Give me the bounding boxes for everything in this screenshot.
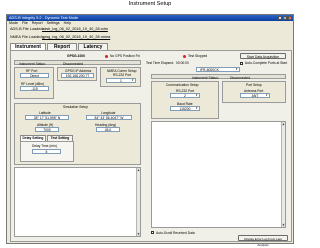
start-data-acquisition-button[interactable]: Start Data Acquisition xyxy=(240,53,286,59)
instrument-panel: GPSG-1000 No GPS Position Fix Instrument… xyxy=(10,50,292,247)
chevron-down-icon: ▼ xyxy=(235,68,238,71)
display-error-log-button[interactable]: Display Error Log From Last Analysis xyxy=(238,235,288,247)
autocomplete-checkbox[interactable] xyxy=(240,61,243,65)
comm-setup-label: Communication Setup xyxy=(166,83,199,87)
rf-box: RF Port Direct RF Level (dBm) -115 xyxy=(14,67,54,99)
menu-help[interactable]: Help xyxy=(64,21,71,25)
latitude-field[interactable]: 38° 17' 51.595" N xyxy=(25,115,69,120)
delay-time-label: Delay Time (min) xyxy=(32,144,57,148)
chevron-down-icon: ▼ xyxy=(195,107,198,110)
menu-bar: Mode File Report Settings Help xyxy=(7,21,293,26)
page-caption: Instrument Setup xyxy=(128,1,172,7)
tab-instrument[interactable]: Instrument xyxy=(10,43,46,50)
chevron-down-icon: ▼ xyxy=(265,94,268,97)
adsb-file-value: adsb_log_06_02_2016_10_40_28.xdm xyxy=(42,27,108,31)
left-status-bar: Instrument Status: Disconnected xyxy=(14,60,141,66)
nmea-file-label: NMEA File Loaded: xyxy=(10,35,43,39)
device-select-value: IFR-6000CK xyxy=(200,68,219,72)
nmea-rs232-value: 1 xyxy=(120,79,122,83)
menu-mode[interactable]: Mode xyxy=(9,21,18,25)
device-select[interactable]: IFR-6000CK ▼ xyxy=(196,67,240,72)
baud-rate-select[interactable]: 115200 ▼ xyxy=(170,106,200,111)
right-rs232-value: 2 xyxy=(184,94,186,98)
comm-setup-box: Communication Setup RS-232 Port 2 ▼ Baud… xyxy=(151,81,219,119)
menu-report[interactable]: Report xyxy=(32,21,43,25)
scroll-down-icon[interactable]: ▼ xyxy=(137,232,140,236)
scroll-down-icon[interactable]: ▼ xyxy=(282,223,285,227)
altitude-field[interactable]: 7000 xyxy=(35,127,59,132)
heading-field[interactable]: 45.0 xyxy=(96,127,120,132)
right-log-scrollbar[interactable]: ▲ ▼ xyxy=(281,122,285,227)
right-status-label: Instrument Status: xyxy=(192,75,219,80)
chevron-down-icon: ▼ xyxy=(131,79,134,82)
delay-setting-panel: Delay Time (min) 5 xyxy=(20,141,74,162)
gpsg-ip-box: GPSG IP Address 192.168.200.77 xyxy=(57,67,97,81)
left-log-area[interactable]: ▲ ▼ xyxy=(14,167,141,237)
autoscroll-label: Auto-Scroll Received Data xyxy=(156,230,195,235)
menu-file[interactable]: File xyxy=(22,21,28,25)
baud-rate-value: 115200 xyxy=(179,107,191,111)
autocomplete-label: Auto-Complete Ports at Start xyxy=(245,61,288,65)
nmea-file-value: gpsg_log_06_02_2016_10_40_28.nmea xyxy=(42,35,111,39)
test-stopped-label: Test Stopped xyxy=(188,54,208,58)
nmea-rs232-label: RS-232 Port xyxy=(113,73,132,77)
delay-time-field[interactable]: 5 xyxy=(32,149,61,154)
gpsg-ip-field[interactable]: 192.168.200.77 xyxy=(61,73,94,78)
time-elapsed-label: Test Time Elapsed: xyxy=(146,61,174,65)
gps-fix-status: No GPS Position Fix xyxy=(110,54,141,58)
rf-level-field[interactable]: -115 xyxy=(20,86,49,91)
port-setup-label: Port Setup xyxy=(246,83,262,87)
longitude-field[interactable]: 84° 43' 56.4047" W xyxy=(86,115,132,120)
sim-setup-label: Simulation Setup xyxy=(63,105,88,109)
menu-settings[interactable]: Settings xyxy=(47,21,60,25)
scroll-up-icon[interactable]: ▲ xyxy=(282,122,285,126)
right-log-area[interactable]: ▲ ▼ xyxy=(151,121,286,228)
gpsg-device-title: GPSG-1000 xyxy=(67,54,85,58)
main-tabs: Instrument Report Latency xyxy=(10,43,110,50)
chevron-down-icon: ▼ xyxy=(195,94,198,97)
antenna-port-value: ANT xyxy=(251,94,259,98)
antenna-port-select[interactable]: ANT ▼ xyxy=(240,93,270,98)
test-stopped-led-icon xyxy=(183,54,186,58)
left-status-value: Disconnected xyxy=(63,61,83,66)
minimize-button[interactable]: _ xyxy=(278,16,282,20)
nmea-rs232-select[interactable]: 1 ▼ xyxy=(106,78,136,83)
simulation-setup-box: Simulation Setup Latitude 38° 17' 51.595… xyxy=(14,103,141,165)
time-elapsed-value: 00:00:00 xyxy=(176,61,189,65)
port-setup-box: Port Setup Antenna Port ANT ▼ xyxy=(222,81,286,103)
autoscroll-checkbox[interactable] xyxy=(151,231,154,234)
gps-fix-led-icon xyxy=(105,54,108,58)
adsb-file-label: ADS-B File Loaded: xyxy=(10,27,44,31)
maximize-button[interactable]: □ xyxy=(283,16,287,20)
left-status-label: Instrument Status: xyxy=(19,61,46,66)
rf-port-field[interactable]: Direct xyxy=(20,73,49,78)
right-status-bar: Instrument Status: Disconnected xyxy=(151,74,286,80)
scroll-up-icon[interactable]: ▲ xyxy=(137,168,140,172)
tab-report[interactable]: Report xyxy=(47,43,77,50)
right-status-value: Disconnected xyxy=(230,75,250,80)
right-rs232-select[interactable]: 2 ▼ xyxy=(170,93,200,98)
nmea-comm-box: NMEA Comm Setup RS-232 Port 1 ▼ xyxy=(100,67,141,87)
left-log-scrollbar[interactable]: ▲ ▼ xyxy=(136,168,140,236)
close-button[interactable]: × xyxy=(288,16,292,20)
app-window: ADS-B Integrity 5.2 - Dynamic Test Mode … xyxy=(6,14,294,247)
tab-latency[interactable]: Latency xyxy=(78,43,108,50)
